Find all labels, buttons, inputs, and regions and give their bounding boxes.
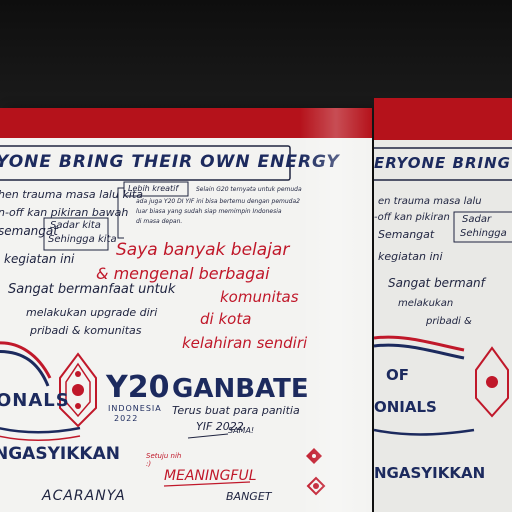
side-banner-text: ERYONE BRING: [374, 154, 511, 172]
logo-y20: Y20: [106, 370, 170, 405]
note-di-kota: di kota: [200, 310, 252, 328]
side-y20-emblem: [475, 346, 509, 418]
navy-underline: [0, 426, 81, 434]
note-bermanfaat: Sangat bermanfaat untuk: [8, 282, 176, 297]
note-melakukan: melakukan upgrade diri: [26, 306, 158, 319]
logo-year: 2022: [114, 414, 139, 423]
note-sama: SAMA!: [228, 426, 255, 435]
side-note-offkan: -off kan pikiran: [374, 212, 450, 223]
note-saya-banyak: Saya banyak belajar: [116, 240, 290, 260]
logo-indonesia: INDONESIA: [108, 404, 162, 413]
note-lebih-kreatif: Lebih kreatif: [128, 184, 179, 193]
side-navy-underline: [374, 428, 475, 436]
note-sadar: Sadar kita: [50, 220, 101, 231]
side-note-pribadi: pribadi &: [426, 316, 472, 327]
note-banget: BANGET: [226, 490, 272, 503]
side-note-sadar: Sadar: [462, 214, 492, 225]
banner-text: YONE BRING THEIR OWN ENERGY: [0, 152, 340, 172]
note-onals: ONALS: [0, 390, 70, 411]
terus-semangat-text: Terus buat para panitia: [172, 404, 300, 417]
main-whiteboard: YONE BRING THEIR OWN ENERGY hen trauma m…: [0, 108, 372, 512]
note-trauma: hen trauma masa lalu kita: [0, 188, 143, 201]
note-komunitas: komunitas: [220, 288, 299, 306]
note-g20-line1: Selain G20 ternyata untuk pemuda: [196, 186, 302, 193]
side-whiteboard: ERYONE BRING en trauma masa lalu -off ka…: [374, 98, 512, 512]
note-meaningful: MEANINGFUL: [164, 468, 257, 484]
red-underline: [0, 435, 81, 441]
side-note-gasyikkan: NGASYIKKAN: [374, 464, 486, 482]
note-g20-line2: ada juga Y20 DI YIF ini bisa bertemu den…: [136, 198, 300, 205]
navy-swoosh: [0, 349, 50, 387]
side-note-bermanfaat: Sangat bermanf: [388, 276, 485, 290]
side-note-melakukan: melakukan: [398, 298, 454, 309]
note-kelahiran: kelahiran sendiri: [182, 334, 308, 352]
note-setuju: Setuju nih :): [146, 452, 182, 468]
note-acaranya: ACARANYA: [42, 488, 126, 504]
side-note-trauma: en trauma masa lalu: [378, 196, 482, 207]
sama-arrow: [187, 433, 229, 439]
side-note-sehingga: Sehingga: [460, 228, 507, 239]
side-note-kegiatan: kegiatan ini: [378, 250, 443, 263]
note-sehingga: Sehingga kita: [48, 234, 117, 245]
side-note-semangat: Semangat: [378, 228, 435, 241]
flower-doodle-1: [306, 448, 322, 464]
note-offkan: n-off kan pikiran bawah: [0, 206, 129, 219]
note-g20-line4: di masa depan.: [136, 218, 183, 225]
note-kegiatan: kegiatan ini: [4, 252, 75, 266]
note-mengenal: & mengenal berbagai: [96, 264, 270, 283]
side-note-of: OF: [386, 366, 409, 384]
flower-doodle-2: [306, 476, 326, 496]
note-pribadi: pribadi & komunitas: [30, 324, 142, 337]
note-g20-line3: luar biasa yang sudah siap memimpin Indo…: [136, 208, 282, 215]
note-gasyikkan: NGASYIKKAN: [0, 444, 120, 464]
gambate-text: GANBATE: [172, 374, 309, 404]
side-note-onials: ONIALS: [374, 398, 437, 416]
